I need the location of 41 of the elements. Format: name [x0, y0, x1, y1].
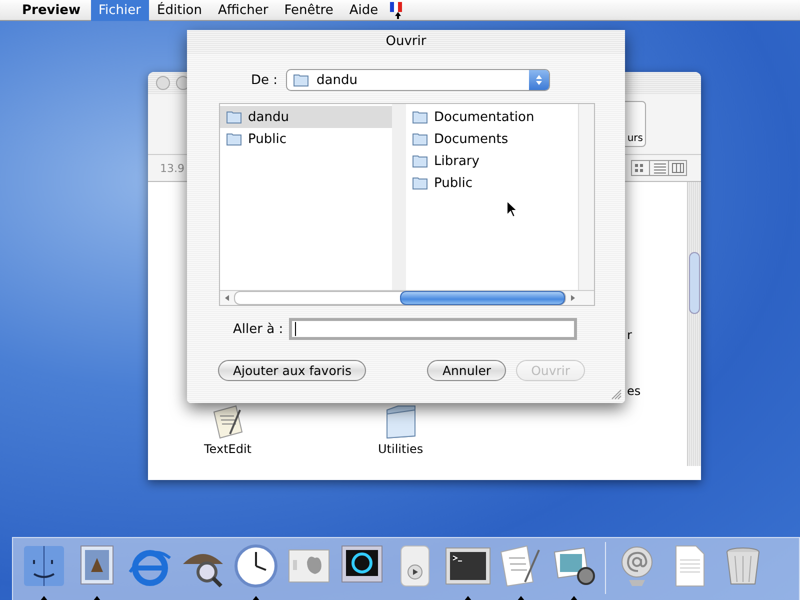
goto-label: Aller à :	[233, 322, 284, 336]
menu-item[interactable]: Aide	[341, 0, 386, 20]
browser-item[interactable]: Documentation	[406, 106, 578, 128]
icon-label: r	[627, 328, 632, 342]
browser-item[interactable]: Public	[406, 172, 578, 194]
browser-item[interactable]: dandu	[220, 106, 392, 128]
vertical-scroll-bar[interactable]	[579, 104, 594, 290]
scroll-bar[interactable]	[687, 182, 701, 466]
clock-icon[interactable]	[232, 542, 280, 590]
location-popup[interactable]: dandu	[286, 69, 550, 91]
browser-item[interactable]: Public	[220, 128, 392, 150]
horizontal-scroll-bar[interactable]	[220, 290, 594, 305]
resize-grip-icon[interactable]	[611, 389, 622, 400]
dialog-button[interactable]: Annuler	[427, 360, 506, 381]
view-mode-icon[interactable]	[631, 160, 687, 176]
menu-item[interactable]: Preview	[12, 0, 91, 20]
folder-icon[interactable]	[384, 404, 418, 440]
icon-label: es	[627, 384, 641, 398]
menu-item[interactable]: Fenêtre	[276, 0, 342, 20]
dialog-title: Ouvrir	[187, 30, 625, 54]
goto-field[interactable]	[289, 318, 578, 340]
popup-arrows-icon	[528, 70, 549, 90]
browser-item[interactable]: Library	[406, 150, 578, 172]
window-button-icon[interactable]	[156, 76, 170, 90]
folder-icon	[412, 132, 428, 146]
status-text: 13.9	[160, 162, 184, 174]
browser-item[interactable]: Documents	[406, 128, 578, 150]
add-favorites-button[interactable]: Ajouter aux favoris	[218, 360, 366, 381]
menu-item[interactable]: Afficher	[210, 0, 276, 20]
menu-item[interactable]: Édition	[149, 0, 210, 20]
folder-icon	[412, 110, 428, 124]
mouse-pointer-icon	[506, 200, 518, 218]
icon-label: Utilities	[378, 442, 424, 456]
folder-icon	[292, 73, 309, 87]
from-label: De :	[251, 72, 278, 88]
folder-icon	[226, 110, 242, 124]
flag-icon[interactable]	[390, 1, 404, 19]
menu-item[interactable]: Fichier	[90, 0, 150, 20]
folder-icon	[412, 176, 428, 190]
icon-label: TextEdit	[204, 442, 252, 456]
folder-icon	[226, 132, 242, 146]
